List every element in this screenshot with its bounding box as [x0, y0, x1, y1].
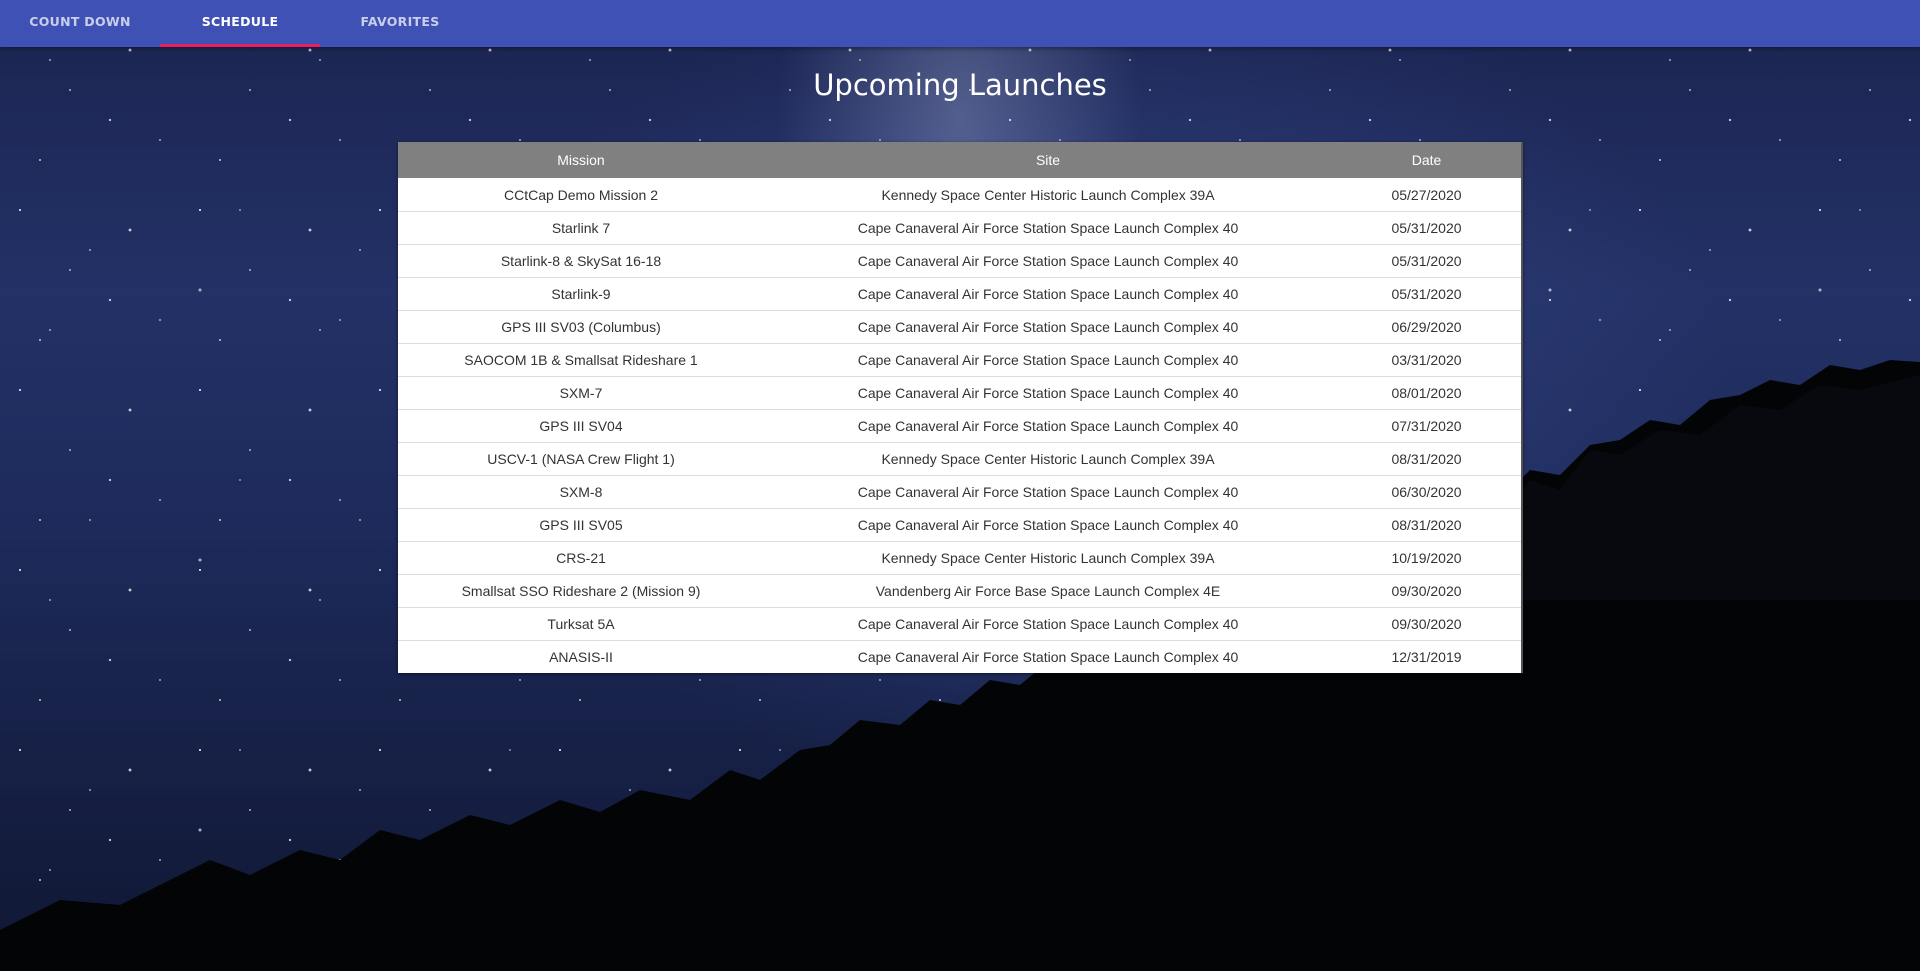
site-cell: Cape Canaveral Air Force Station Space L… — [764, 211, 1332, 245]
site-cell: Cape Canaveral Air Force Station Space L… — [764, 376, 1332, 410]
mission-cell: SXM-8 — [398, 475, 764, 509]
date-cell: 03/31/2020 — [1332, 343, 1521, 377]
mission-cell: SXM-7 — [398, 376, 764, 410]
site-cell: Cape Canaveral Air Force Station Space L… — [764, 475, 1332, 509]
site-cell: Kennedy Space Center Historic Launch Com… — [881, 186, 1215, 203]
date-cell: 06/29/2020 — [1332, 310, 1521, 344]
date-cell: 09/30/2020 — [1332, 574, 1521, 608]
mission-cell: Turksat 5A — [398, 607, 764, 641]
column-header-date[interactable]: Date — [1332, 142, 1521, 178]
site-cell: Cape Canaveral Air Force Station Space L… — [764, 508, 1332, 542]
page-title: Upcoming Launches — [813, 68, 1107, 102]
site-cell: Cape Canaveral Air Force Station Space L… — [764, 310, 1332, 344]
site-cell: Cape Canaveral Air Force Station Space L… — [764, 640, 1332, 673]
mission-cell: Smallsat SSO Rideshare 2 (Mission 9) — [398, 574, 764, 608]
date-cell: 07/31/2020 — [1332, 409, 1521, 443]
date-cell: 12/31/2019 — [1332, 640, 1521, 673]
table-header-row: Mission Site Date — [398, 142, 1521, 178]
tab-favorites[interactable]: FAVORITES — [320, 0, 480, 47]
table-row[interactable]: USCV-1 (NASA Crew Flight 1) Kennedy Spac… — [398, 442, 1521, 476]
table-row[interactable]: Starlink-8 & SkySat 16-18 Cape Canaveral… — [398, 244, 1521, 278]
mission-cell: CCtCap Demo Mission 2 — [503, 186, 659, 203]
date-cell: 09/30/2020 — [1332, 607, 1521, 641]
table-row[interactable]: GPS III SV03 (Columbus) Cape Canaveral A… — [398, 310, 1521, 344]
tab-count-down[interactable]: COUNT DOWN — [0, 0, 160, 47]
table-row[interactable]: Starlink 7 Cape Canaveral Air Force Stat… — [398, 211, 1521, 245]
site-cell: Cape Canaveral Air Force Station Space L… — [764, 409, 1332, 443]
mission-cell: GPS III SV05 — [398, 508, 764, 542]
date-cell: 08/01/2020 — [1332, 376, 1521, 410]
table-row[interactable]: Starlink-9 Cape Canaveral Air Force Stat… — [398, 277, 1521, 311]
date-cell: 08/31/2020 — [1332, 442, 1521, 476]
mission-cell: USCV-1 (NASA Crew Flight 1) — [398, 442, 764, 476]
mission-cell: Starlink-9 — [398, 277, 764, 311]
column-header-mission[interactable]: Mission — [398, 142, 764, 178]
mission-cell: GPS III SV03 (Columbus) — [398, 310, 764, 344]
mission-cell: GPS III SV04 — [398, 409, 764, 443]
table-row[interactable]: Smallsat SSO Rideshare 2 (Mission 9) Van… — [398, 574, 1521, 608]
mission-cell: Starlink-8 & SkySat 16-18 — [398, 244, 764, 278]
table-row[interactable]: SXM-7 Cape Canaveral Air Force Station S… — [398, 376, 1521, 410]
table-row[interactable]: SXM-8 Cape Canaveral Air Force Station S… — [398, 475, 1521, 509]
date-cell: 05/31/2020 — [1332, 244, 1521, 278]
site-cell: Vandenberg Air Force Base Space Launch C… — [764, 574, 1332, 608]
mission-cell: CRS-21 — [398, 541, 764, 575]
mission-cell: ANASIS-II — [398, 640, 764, 673]
date-cell: 05/27/2020 — [1391, 186, 1462, 203]
top-navigation-bar: COUNT DOWN SCHEDULE FAVORITES — [0, 0, 1920, 47]
table-row[interactable]: GPS III SV05 Cape Canaveral Air Force St… — [398, 508, 1521, 542]
table-row[interactable]: CRS-21 Kennedy Space Center Historic Lau… — [398, 541, 1521, 575]
table-row[interactable]: SAOCOM 1B & Smallsat Rideshare 1 Cape Ca… — [398, 343, 1521, 377]
date-cell: 05/31/2020 — [1332, 277, 1521, 311]
site-cell: Cape Canaveral Air Force Station Space L… — [764, 277, 1332, 311]
tab-schedule[interactable]: SCHEDULE — [160, 0, 320, 47]
column-header-site[interactable]: Site — [764, 142, 1332, 178]
site-cell: Cape Canaveral Air Force Station Space L… — [764, 244, 1332, 278]
date-cell: 08/31/2020 — [1332, 508, 1521, 542]
mission-cell: Starlink 7 — [398, 211, 764, 245]
site-cell: Cape Canaveral Air Force Station Space L… — [764, 607, 1332, 641]
table-row[interactable]: ANASIS-II Cape Canaveral Air Force Stati… — [398, 640, 1521, 673]
date-cell: 10/19/2020 — [1332, 541, 1521, 575]
date-cell: 06/30/2020 — [1332, 475, 1521, 509]
active-tab-indicator — [160, 44, 320, 47]
mission-cell: SAOCOM 1B & Smallsat Rideshare 1 — [398, 343, 764, 377]
site-cell: Cape Canaveral Air Force Station Space L… — [764, 343, 1332, 377]
table-row[interactable]: GPS III SV04 Cape Canaveral Air Force St… — [398, 409, 1521, 443]
table-row[interactable]: Turksat 5A Cape Canaveral Air Force Stat… — [398, 607, 1521, 641]
launch-schedule-table-container: Mission Site Date CCtCap Demo Mission 2 … — [398, 142, 1523, 673]
date-cell: 05/31/2020 — [1332, 211, 1521, 245]
site-cell: Kennedy Space Center Historic Launch Com… — [764, 442, 1332, 476]
launch-schedule-table: Mission Site Date CCtCap Demo Mission 2 … — [398, 142, 1521, 673]
table-row[interactable]: CCtCap Demo Mission 2 Kennedy Space Cent… — [398, 178, 1521, 212]
site-cell: Kennedy Space Center Historic Launch Com… — [764, 541, 1332, 575]
